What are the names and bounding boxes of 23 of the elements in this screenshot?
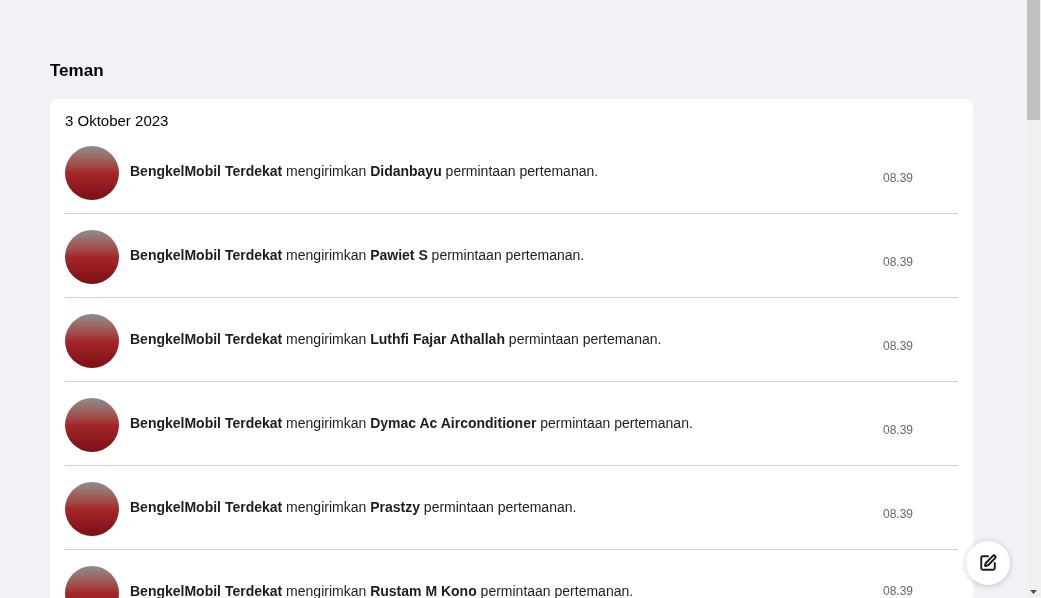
date-heading: 3 Oktober 2023 bbox=[65, 112, 170, 130]
avatar-photo-placeholder[interactable] bbox=[65, 230, 119, 284]
avatar-photo-placeholder[interactable] bbox=[65, 314, 119, 368]
notification-text[interactable]: BengkelMobil Terdekat mengirimkan Didanbayu permintaan pertemanan. bbox=[130, 163, 599, 179]
notification-time: 08.39 bbox=[882, 508, 913, 520]
pencil-square-icon bbox=[979, 554, 997, 572]
notification-text[interactable]: BengkelMobil Terdekat mengirimkan Luthfi Fajar Athallah permintaan pertemanan. bbox=[130, 331, 662, 347]
notification-text[interactable]: BengkelMobil Terdekat mengirimkan Prastzy permintaan pertemanan. bbox=[130, 499, 577, 515]
notification-text[interactable]: BengkelMobil Terdekat mengirimkan Pawiet S permintaan pertemanan. bbox=[130, 247, 585, 263]
notification-time: 08.39 bbox=[882, 172, 913, 184]
notification-time: 08.39 bbox=[882, 585, 913, 597]
notification-time: 08.39 bbox=[882, 256, 913, 268]
page-title: Teman bbox=[50, 60, 105, 82]
scroll-down-arrow-icon[interactable] bbox=[1030, 590, 1037, 594]
compose-button[interactable] bbox=[966, 541, 1010, 585]
avatar-photo-placeholder[interactable] bbox=[65, 146, 119, 200]
notification-time: 08.39 bbox=[882, 424, 913, 436]
avatar-photo-placeholder[interactable] bbox=[65, 482, 119, 536]
notification-text[interactable]: BengkelMobil Terdekat mengirimkan Rustam M Kono permintaan pertemanan. bbox=[130, 583, 634, 598]
notification-text[interactable]: BengkelMobil Terdekat mengirimkan Dymac Ac Airconditioner permintaan pertemanan. bbox=[130, 415, 693, 431]
avatar-photo-placeholder[interactable] bbox=[65, 398, 119, 452]
scrollbar-thumb[interactable] bbox=[1027, 0, 1040, 120]
notification-time: 08.39 bbox=[882, 340, 913, 352]
